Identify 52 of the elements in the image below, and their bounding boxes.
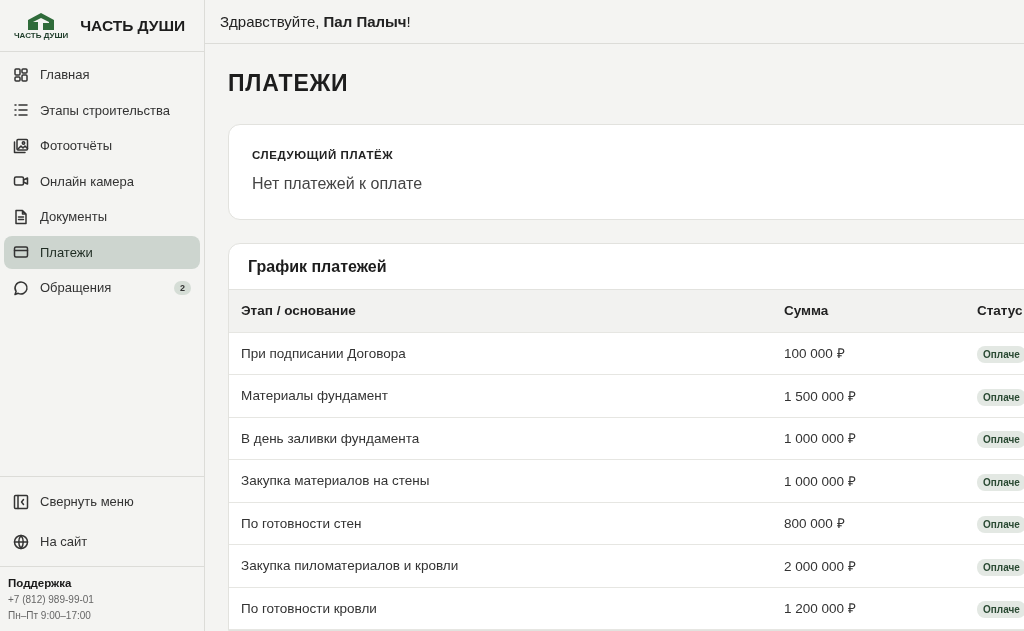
- table-cell-text: 800 000 ₽: [784, 515, 846, 533]
- chat-bubble-icon: [13, 279, 29, 296]
- status-badge: Оплаче: [977, 601, 1024, 619]
- support-hours: Пн–Пт 9:00–17:00: [8, 610, 92, 621]
- table-cell-text: 1 200 000 ₽: [784, 600, 857, 618]
- table-cell-text: 100 000 ₽: [784, 345, 846, 363]
- sidebar-item[interactable]: Фотоотчёты: [4, 129, 200, 162]
- sidebar-item[interactable]: Главная: [4, 58, 200, 91]
- column-header: Сумма: [784, 303, 830, 319]
- sidebar-item[interactable]: Документы: [4, 200, 200, 233]
- table-cell-text: 2 000 000 ₽: [784, 557, 857, 575]
- table-cell-text: 1 000 000 ₽: [784, 472, 857, 490]
- support-title: Поддержка: [8, 577, 73, 589]
- greeting-text: Здравствуйте, Пал Палыч!: [220, 13, 411, 30]
- table-cell-text: Закупка пиломатериалов и кровли: [241, 558, 460, 574]
- globe-icon: [13, 533, 29, 550]
- card-icon: [13, 244, 29, 260]
- sidebar-link[interactable]: На сайт: [4, 525, 200, 558]
- table-cell-text: По готовности стен: [241, 515, 363, 531]
- table-cell-text: В день заливки фундамента: [241, 430, 421, 446]
- status-badge: Оплаче: [977, 388, 1024, 406]
- video-camera-icon: [13, 173, 29, 189]
- sidebar-item[interactable]: Обращения 2: [4, 271, 200, 304]
- column-header: Статус: [977, 303, 1024, 319]
- table-cell-text: При подписании Договора: [241, 345, 407, 361]
- list-icon: [13, 102, 29, 118]
- table-cell-text: 1 000 000 ₽: [784, 430, 857, 448]
- brand-name: ЧАСТЬ ДУШИ: [80, 16, 186, 35]
- status-badge: Оплаче: [977, 473, 1024, 491]
- status-badge: Оплаче: [977, 346, 1024, 364]
- status-badge: Оплаче: [977, 431, 1024, 449]
- table-cell-text: Закупка материалов на стены: [241, 473, 431, 489]
- section-label: СЛЕДУЮЩИЙ ПЛАТЁЖ: [252, 149, 395, 161]
- collapse-icon: [13, 493, 29, 510]
- table-cell-text: По готовности кровли: [241, 600, 378, 616]
- empty-message: Нет платежей к оплате: [252, 175, 424, 193]
- sidebar-item[interactable]: Онлайн камера: [4, 164, 200, 198]
- support-phone: +7 (812) 989-99-01: [8, 594, 95, 605]
- count-badge: 2: [174, 280, 191, 295]
- status-badge: Оплаче: [977, 558, 1024, 576]
- image-icon: [13, 137, 29, 154]
- status-badge: Оплаче: [977, 516, 1024, 534]
- column-header: Этап / основание: [241, 303, 357, 319]
- page-title: ПЛАТЕЖИ: [228, 70, 350, 97]
- table-cell-text: Материалы фундамент: [241, 388, 389, 404]
- document-icon: [13, 208, 29, 225]
- sidebar-item[interactable]: Платежи: [4, 235, 200, 269]
- grid-icon: [13, 66, 29, 83]
- sidebar-item[interactable]: Этапы строительства: [4, 93, 200, 127]
- table-cell-text: 1 500 000 ₽: [784, 387, 857, 405]
- logo-caption: ЧАСТЬ ДУШИ: [14, 30, 69, 40]
- sidebar-link[interactable]: Свернуть меню: [4, 485, 200, 518]
